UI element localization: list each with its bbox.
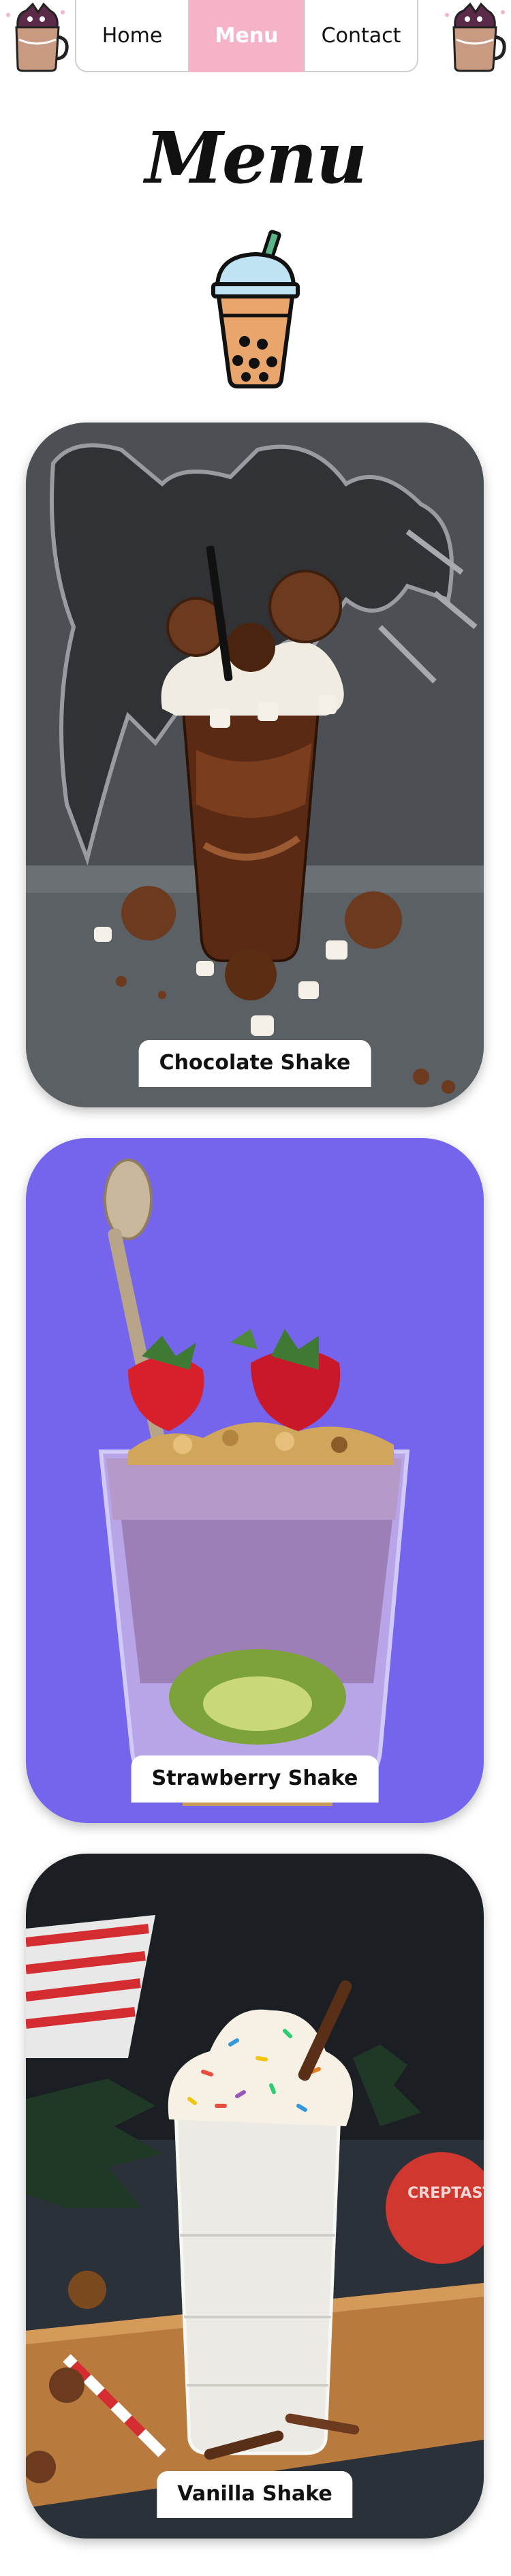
- menu-card-chocolate-shake[interactable]: Chocolate Shake: [26, 423, 484, 1107]
- menu-item-name: Vanilla Shake: [157, 2471, 353, 2518]
- tab-menu[interactable]: Menu: [189, 0, 304, 72]
- bubble-tea-mug-logo-icon[interactable]: [3, 0, 71, 74]
- svg-text:CREPTASTE: CREPTASTE: [407, 2185, 484, 2202]
- menu-card-vanilla-shake[interactable]: CREPTASTE Vanilla Shake: [26, 1854, 484, 2539]
- top-navigation: Home Menu Contact: [0, 0, 511, 74]
- tab-home[interactable]: Home: [75, 0, 189, 72]
- vanilla-shake-photo: CREPTASTE: [26, 1854, 484, 2539]
- strawberry-shake-photo: [26, 1138, 484, 1823]
- bubble-tea-mug-logo-icon[interactable]: [440, 0, 508, 74]
- page-title: Menu: [144, 116, 368, 200]
- menu-card-strawberry-shake[interactable]: Strawberry Shake: [26, 1138, 484, 1823]
- menu-item-name: Chocolate Shake: [138, 1040, 371, 1087]
- menu-item-name: Strawberry Shake: [131, 1755, 379, 1803]
- bubble-tea-cup-icon: [201, 228, 310, 392]
- nav-tabs: Home Menu Contact: [75, 0, 436, 74]
- tab-contact[interactable]: Contact: [304, 0, 418, 72]
- chocolate-shake-photo: [26, 423, 484, 1107]
